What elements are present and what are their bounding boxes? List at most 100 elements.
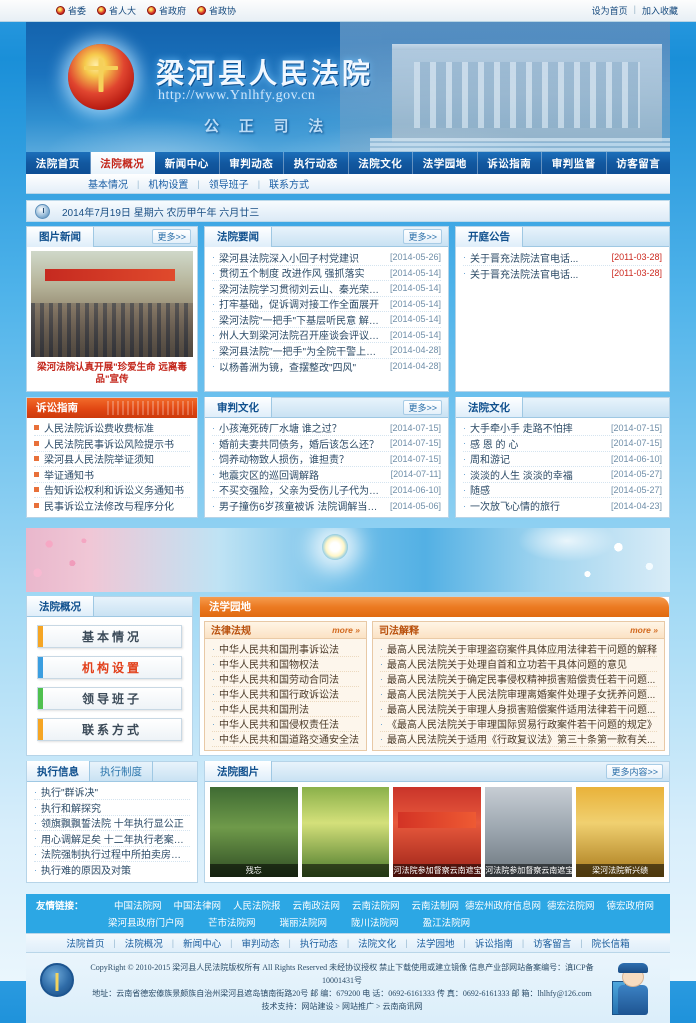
overview-button-leaders[interactable]: 领导班子 [37, 686, 182, 710]
nav-item-lawfield[interactable]: 法学园地 [413, 152, 478, 174]
list-item[interactable]: 民事诉讼立法修改与程序分化 [34, 498, 190, 514]
list-item[interactable]: · 婚前夫妻共同债务，婚后该怎么还？ [2014-07-15] [212, 436, 441, 452]
list-item[interactable]: · 男子撞伤6岁孩童被诉 法院调解当庭兑付学了 [2014-05-06] [212, 498, 441, 514]
nav-item-culture[interactable]: 法院文化 [349, 152, 413, 174]
list-item[interactable]: · 最高人民法院关于确定民事侵权精神损害赔偿责任若干问题... [380, 672, 657, 687]
friend-link[interactable]: 德宏政府网 [601, 898, 661, 912]
tab-execution-info[interactable]: 执行信息 [27, 761, 90, 782]
overview-button-basic[interactable]: 基本情况 [37, 624, 182, 648]
subnav-item-leaders[interactable]: 领导班子 [209, 176, 249, 191]
list-item[interactable]: · 饲养动物致人损伤，谁担责？ [2014-07-15] [212, 452, 441, 468]
list-item[interactable]: · 执行"群诉决" [34, 785, 190, 801]
list-item[interactable]: · 贯彻五个制度 改进作风 强抓落实 [2014-05-14] [212, 266, 441, 281]
photo-news-more-link[interactable]: 更多>> [152, 229, 191, 244]
footer-nav-guide[interactable]: 诉讼指南 [475, 936, 513, 950]
friend-link[interactable]: 云南法制网 [406, 898, 466, 912]
friend-link[interactable]: 芒市法院网 [208, 915, 256, 929]
topbar-link-0[interactable]: 省委 [56, 4, 86, 17]
footer-nav-culture[interactable]: 法院文化 [358, 936, 396, 950]
list-item[interactable]: 举证通知书 [34, 467, 190, 483]
list-item[interactable]: · 梁河县法院"一把手"为全院干警上党课 [2014-04-28] [212, 343, 441, 359]
list-item[interactable]: · 最高人民法院关于处理自首和立功若干具体问题的意见 [380, 657, 657, 672]
list-item[interactable]: · 随感 [2014-05-27] [463, 483, 662, 499]
list-item[interactable]: · 中华人民共和国物权法 [212, 657, 359, 672]
friend-link[interactable]: 德宏法院网 [541, 898, 601, 912]
friend-link[interactable]: 中国法院网 [108, 898, 168, 912]
nav-item-trial[interactable]: 审判动态 [220, 152, 284, 174]
judicial-interpretation-more-link[interactable]: more » [630, 625, 658, 635]
subnav-item-contact[interactable]: 联系方式 [269, 176, 309, 191]
topbar-link-1[interactable]: 省人大 [97, 4, 136, 17]
list-item[interactable]: · 梁河法院"一把手"下基层听民意 解民忧 [2014-05-14] [212, 312, 441, 328]
list-item[interactable]: · 关于晋充法院法官电话... [2011-03-28] [463, 266, 662, 282]
friend-link[interactable]: 云南政法网 [287, 898, 347, 912]
list-item[interactable]: · 执行和解探究 [34, 800, 190, 816]
list-item[interactable]: · 中华人民共和国侵权责任法 [212, 717, 359, 732]
subnav-item-structure[interactable]: 机构设置 [148, 176, 188, 191]
list-item[interactable]: · 中华人民共和国刑事诉讼法 [212, 642, 359, 657]
list-item[interactable]: · 梁河法院学习贯彻刘云山、秦光荣、王廷强、郭山... [2014-05-14] [212, 281, 441, 297]
gallery-photo-4[interactable]: 梁河法院参加督察云南遮宝... [484, 786, 573, 877]
footer-nav-mailbox[interactable]: 院长信箱 [592, 936, 630, 950]
list-item[interactable]: · 地震灾区的巡回调解路 [2014-07-11] [212, 467, 441, 483]
list-item[interactable]: · 周和游记 [2014-06-10] [463, 452, 662, 468]
footer-nav-lawfield[interactable]: 法学园地 [417, 936, 455, 950]
list-item[interactable]: · 中华人民共和国刑法 [212, 702, 359, 717]
list-item[interactable]: · 中华人民共和国行政诉讼法 [212, 687, 359, 702]
footer-nav-news[interactable]: 新闻中心 [183, 936, 221, 950]
footer-nav-overview[interactable]: 法院概况 [125, 936, 163, 950]
overview-button-contact[interactable]: 联系方式 [37, 717, 182, 741]
list-item[interactable]: · 最高人民法院关于适用《行政复议法》第三十条第一款有关... [380, 732, 657, 747]
list-item[interactable]: · 最高人民法院关于审理人身损害赔偿案件适用法律若干问题... [380, 702, 657, 717]
list-item[interactable]: · 执行难的原因及对策 [34, 862, 190, 878]
friend-link[interactable]: 德宏州政府信息网 [465, 898, 541, 912]
tab-execution-system[interactable]: 执行制度 [90, 761, 153, 782]
topbar-link-2[interactable]: 省政府 [147, 4, 186, 17]
list-item[interactable]: · 大手牵小手 走路不怕摔 [2014-07-15] [463, 421, 662, 437]
friend-link[interactable]: 云南法院网 [346, 898, 406, 912]
photo-news-caption[interactable]: 梁河法院认真开展"珍爱生命 远离毒品"宣传 [27, 361, 197, 391]
list-item[interactable]: · 州人大到梁河法院召开座谈会评议全州法院工作 [2014-05-14] [212, 328, 441, 343]
list-item[interactable]: · 最高人民法院关于人民法院审理离婚案件处理子女抚养问题... [380, 687, 657, 702]
friend-link[interactable]: 陇川法院网 [351, 915, 399, 929]
trial-culture-more-link[interactable]: 更多>> [403, 399, 442, 415]
nav-item-overview[interactable]: 法院概况 [90, 152, 155, 174]
list-item[interactable]: · 小孩淹死砖厂水塘 谁之过？ [2014-07-15] [212, 421, 441, 437]
list-item[interactable]: · 以杨善洲为镜，查摆整改"四风" [2014-04-28] [212, 359, 441, 375]
list-item[interactable]: · 最高人民法院关于审理盗窃案件具体应用法律若干问题的解释 [380, 642, 657, 657]
list-item[interactable]: · 一次放飞心情的旅行 [2014-04-23] [463, 498, 662, 514]
court-news-more-link[interactable]: 更多>> [403, 229, 442, 244]
gallery-photo-1[interactable]: 残忘 [210, 786, 298, 877]
court-photos-more-link[interactable]: 更多内容>> [606, 763, 663, 779]
list-item[interactable]: · 淡淡的人生 淡淡的幸福 [2014-05-27] [463, 467, 662, 483]
friend-link[interactable]: 中国法律网 [168, 898, 228, 912]
overview-button-structure[interactable]: 机构设置 [37, 655, 182, 679]
nav-item-news[interactable]: 新闻中心 [155, 152, 220, 174]
nav-item-guestbook[interactable]: 访客留言 [607, 152, 671, 174]
list-item[interactable]: · 用心调解足矣 十二年执行老案终言和 [34, 831, 190, 847]
list-item[interactable]: · 领旗飘飘誓法院 十年执行显公正 [34, 816, 190, 832]
list-item[interactable]: · 不买交强险，父亲为受伤儿子代为承担赔偿责任 [2014-06-10] [212, 483, 441, 499]
list-item[interactable]: 人民法院诉讼费收费标准 [34, 421, 190, 437]
set-homepage-link[interactable]: 设为首页 [592, 4, 628, 17]
subnav-item-basic[interactable]: 基本情况 [88, 176, 128, 191]
gallery-photo-3[interactable]: 梁河法院参加督察云南遮宝... [393, 786, 481, 877]
law-regulations-more-link[interactable]: more » [332, 625, 360, 635]
footer-nav-execution[interactable]: 执行动态 [300, 936, 338, 950]
nav-item-guide[interactable]: 诉讼指南 [478, 152, 542, 174]
friend-link[interactable]: 盈江法院网 [423, 915, 471, 929]
nav-item-supervision[interactable]: 审判监督 [542, 152, 607, 174]
nav-item-home[interactable]: 法院首页 [26, 152, 91, 174]
add-favorite-link[interactable]: 加入收藏 [642, 4, 678, 17]
footer-nav-guestbook[interactable]: 访客留言 [533, 936, 571, 950]
list-item[interactable]: · 梁河县法院深入小回子村党建识 [2014-05-26] [212, 250, 441, 266]
list-item[interactable]: · 中华人民共和国道路交通安全法 [212, 732, 359, 747]
photo-news-image[interactable] [31, 251, 193, 357]
footer-nav-trial[interactable]: 审判动态 [241, 936, 279, 950]
friend-link[interactable]: 梁河县政府门户网 [108, 915, 184, 929]
list-item[interactable]: · 感 恩 的 心 [2014-07-15] [463, 436, 662, 452]
friend-link[interactable]: 瑞丽法院网 [280, 915, 328, 929]
footer-nav-home[interactable]: 法院首页 [66, 936, 104, 950]
list-item[interactable]: · 《最高人民法院关于审理国际贸易行政案件若干问题的规定》 [380, 717, 657, 732]
list-item[interactable]: 梁河县人民法院举证须知 [34, 452, 190, 468]
